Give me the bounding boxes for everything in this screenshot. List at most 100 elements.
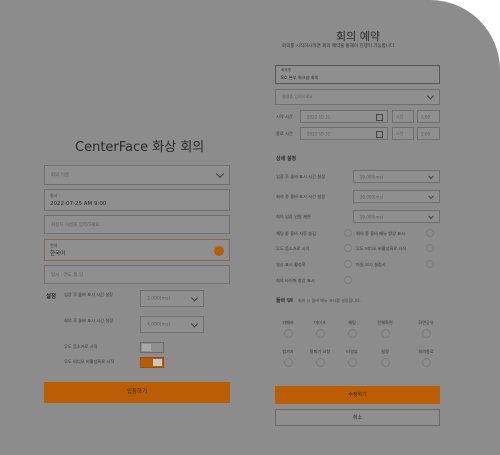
- option-check[interactable]: [344, 229, 352, 237]
- calendar-icon: [376, 114, 383, 121]
- tileview-toggle[interactable]: [348, 358, 357, 367]
- mute-toggle[interactable]: [140, 342, 164, 353]
- option-check[interactable]: [344, 260, 352, 268]
- toolbar-title: 돌바 UI: [276, 298, 293, 304]
- option-label: 회의 타이머 항상 표시: [276, 278, 315, 283]
- start-time-select[interactable]: 1:00: [417, 110, 440, 123]
- start-ampm-select[interactable]: 오전: [392, 110, 414, 123]
- detail2-label: 회의 중 돌바 표시 시간 설정: [276, 194, 326, 199]
- start-time-value: 1:00: [421, 114, 430, 119]
- chevron-down-circle-icon: [214, 246, 224, 256]
- detail3-value: 20,000(ms): [360, 214, 384, 219]
- chevron-down-icon: [428, 172, 434, 179]
- fullscreen-toggle[interactable]: [381, 329, 390, 338]
- right-subtitle: 회의를 시작하시려면 회의 예약을 통해야 진행이 가능합니다.: [282, 44, 396, 49]
- start-date-value: 2022-10-31: [307, 114, 331, 119]
- option-check[interactable]: [426, 229, 434, 237]
- end-time-value: 2:00: [421, 131, 430, 136]
- language-select[interactable]: 언어 한국어: [44, 239, 230, 261]
- detail2-value: 20,000(ms): [360, 194, 384, 199]
- raise-hand-toggle[interactable]: [316, 358, 325, 367]
- schedule-label: 일시: [50, 193, 58, 198]
- start-date-input[interactable]: 2022-10-31: [300, 110, 388, 123]
- chevron-down-icon: [428, 192, 434, 199]
- mic-toggle[interactable]: [316, 329, 325, 338]
- toggle1-label: 무도 음소거로 시작: [64, 344, 98, 349]
- chevron-down-icon: [428, 212, 434, 219]
- settings-label: 설정: [46, 294, 57, 300]
- date-input[interactable]: 일시 : 연도.월.일: [44, 265, 230, 284]
- save-button[interactable]: 수정하기: [275, 386, 440, 404]
- meeting-name-placeholder: 회의 이름: [51, 173, 69, 178]
- toolbar-item-label: 전체화면: [377, 320, 393, 325]
- enter-button[interactable]: 입장하기: [44, 382, 230, 403]
- detail1-select[interactable]: 20,000(ms): [353, 170, 440, 183]
- settings-toggle[interactable]: [381, 358, 390, 367]
- date-placeholder: 일시 : 연도.월.일: [51, 272, 84, 278]
- option-check[interactable]: [426, 244, 434, 252]
- option-label: 채팅 중 돌바 자동 숨김: [276, 231, 316, 236]
- setting2-value: 4,000(ms): [147, 322, 171, 327]
- schedule-field[interactable]: 일시 2022-07-25 AM 9:00: [44, 189, 230, 211]
- left-title: CenterFace 화상 회의: [75, 140, 205, 155]
- right-title: 회의 예약: [336, 30, 380, 43]
- option-label: 영상 표시 활성화: [276, 262, 306, 267]
- screenshare-toggle[interactable]: [422, 329, 431, 338]
- toolbar-desc: 회의 시 돌바 메뉴 표시를 설정합니다.: [298, 298, 361, 303]
- calendar-icon: [376, 131, 383, 138]
- toolbar-item-label: 회의종료: [418, 349, 434, 354]
- toggle2-label: 무도 비디오 비활성화로 시작: [64, 359, 115, 364]
- end-date-value: 2022-10-31: [307, 131, 331, 136]
- toolbar-item-label: 설정: [381, 349, 389, 354]
- end-time-select[interactable]: 2:00: [417, 127, 440, 140]
- start-ampm-value: 오전: [396, 113, 404, 119]
- end-ampm-value: 오전: [396, 130, 404, 136]
- option-label: 무도 비디오 비활성화로 시작: [356, 246, 407, 251]
- enter-button-label: 입장하기: [126, 389, 148, 395]
- setting1-value: 2,000(ms): [147, 296, 171, 301]
- end-time-label: 종료 시간: [276, 131, 293, 136]
- detail3-label: 회의 입장 인원 제한: [276, 214, 311, 219]
- option-check[interactable]: [426, 260, 434, 268]
- cancel-button-label: 취소: [352, 415, 363, 421]
- video-off-toggle[interactable]: [140, 357, 164, 368]
- detail2-select[interactable]: 20,000(ms): [353, 190, 440, 203]
- meeting-name-select[interactable]: 회의 이름: [44, 165, 230, 185]
- meeting-title-label: 회의명: [281, 68, 291, 72]
- end-ampm-select[interactable]: 오전: [392, 127, 414, 140]
- detail3-select[interactable]: 20,000(ms): [353, 210, 440, 223]
- setting2-label: 회의 후 돌바 표시 시간 설정: [64, 318, 114, 323]
- camera-toggle[interactable]: [284, 329, 293, 338]
- setting2-select[interactable]: 4,000(ms): [140, 316, 204, 333]
- option-label: 회의 중 돌바 메뉴 항상 표시: [356, 231, 406, 236]
- setting1-label: 입장 후 돌바 표시 시간 설정: [64, 292, 114, 297]
- chevron-down-icon: [190, 293, 199, 302]
- screen-overlay: CenterFace 화상 회의 회의 이름 일시 2022-07-25 AM …: [0, 0, 500, 455]
- details-title: 상세 설정: [276, 156, 297, 162]
- start-time-label: 시작 시간: [276, 114, 293, 119]
- toolbar-item-label: 화면공유: [418, 320, 434, 325]
- user-name-placeholder: 사용자 이름을 입력하세요: [51, 222, 100, 228]
- schedule-value: 2022-07-25 AM 9:00: [50, 201, 107, 207]
- type-select[interactable]: 설명을 입력하세요: [275, 89, 440, 105]
- setting1-select[interactable]: 2,000(ms): [140, 290, 204, 307]
- option-check[interactable]: [344, 244, 352, 252]
- meeting-title-value: 8호 본부 워크샵 회의: [281, 75, 319, 80]
- option-check[interactable]: [344, 276, 352, 284]
- detail1-value: 20,000(ms): [360, 174, 384, 179]
- meeting-title-field[interactable]: 회의명 8호 본부 워크샵 회의: [275, 65, 440, 84]
- cancel-button[interactable]: 취소: [275, 409, 440, 426]
- detail1-label: 입장 후 돌바 표시 시간 설정: [276, 174, 326, 179]
- save-button-label: 수정하기: [348, 392, 367, 398]
- chevron-down-icon: [426, 92, 435, 100]
- end-date-input[interactable]: 2022-10-31: [300, 127, 388, 140]
- end-meeting-toggle[interactable]: [422, 358, 431, 367]
- chevron-down-icon: [215, 169, 225, 179]
- chat-toggle[interactable]: [348, 329, 357, 338]
- option-label: 무도 음소거로 시작: [276, 246, 310, 251]
- participants-toggle[interactable]: [284, 358, 293, 367]
- chevron-down-icon: [190, 319, 199, 328]
- type-placeholder: 설명을 입력하세요: [282, 94, 313, 99]
- user-name-input[interactable]: 사용자 이름을 입력하세요: [44, 215, 230, 234]
- option-label: 마일 보기 설정시: [356, 262, 386, 267]
